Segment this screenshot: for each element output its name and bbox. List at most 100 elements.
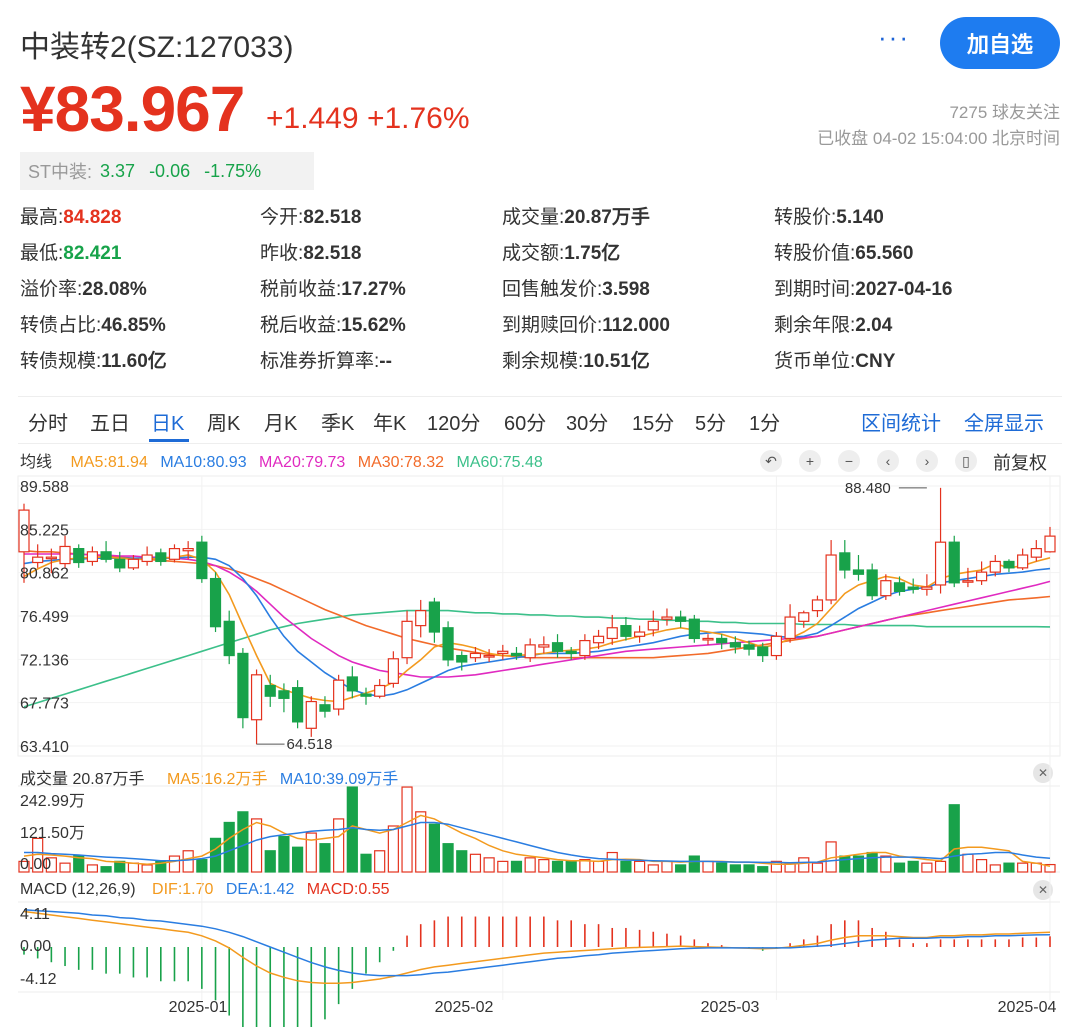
candle-body — [346, 676, 358, 692]
quote-label: 税前收益: — [260, 279, 342, 300]
volume-bar — [305, 832, 317, 873]
volume-bar — [579, 859, 591, 873]
quote-value: 10.51亿 — [583, 351, 650, 372]
tab-1[interactable]: 五日 — [90, 407, 130, 436]
tab-7[interactable]: 120分 — [427, 407, 480, 436]
candle-body — [688, 618, 700, 640]
quote-label: 今开: — [260, 207, 304, 228]
volume-bar — [182, 850, 194, 873]
undo-icon[interactable]: ↶ — [760, 450, 782, 472]
candle-body — [852, 569, 865, 575]
quote-label: 转股价值: — [774, 243, 856, 264]
tab-3[interactable]: 周K — [207, 407, 240, 436]
x-axis-label: 2025-01 — [169, 999, 228, 1016]
quote-value: 5.140 — [836, 207, 884, 228]
candle-body — [743, 644, 755, 650]
tab-11[interactable]: 5分 — [695, 407, 726, 436]
ma30-line — [23, 549, 1051, 659]
zoom-out-icon[interactable]: − — [838, 450, 860, 472]
candle-settings-icon[interactable]: ▯ — [955, 450, 977, 472]
tab-4[interactable]: 月K — [264, 407, 297, 436]
add-to-watchlist-button[interactable]: 加自选 — [940, 17, 1060, 69]
ma-legend: 均线 MA5:81.94 MA10:80.93 MA20:79.73 MA30:… — [20, 448, 543, 472]
kline-y-tick: 67.773 — [20, 696, 69, 713]
volume-bar — [688, 855, 700, 873]
quote-label: 标准券折算率: — [260, 351, 380, 372]
candle-body — [127, 558, 140, 569]
fullscreen-button[interactable]: 全屏显示 — [964, 407, 1044, 436]
volume-bar — [839, 855, 851, 873]
volume-bar — [264, 850, 276, 873]
volume-bar — [825, 841, 837, 873]
volume-bar — [620, 860, 632, 873]
follower-count[interactable]: 7275 球友关注 — [949, 98, 1060, 123]
candle-body — [839, 552, 851, 571]
candle-body — [141, 554, 153, 563]
quote-item: 转债占比:46.85% — [20, 310, 166, 340]
volume-bar — [73, 855, 85, 873]
quote-value: 2027-04-16 — [855, 279, 953, 300]
quote-item: 成交额:1.75亿 — [502, 238, 620, 268]
candle-body — [702, 637, 714, 641]
quote-label: 昨收: — [260, 243, 304, 264]
quote-label: 最高: — [20, 207, 64, 228]
volume-bar — [866, 851, 878, 873]
kline-pane-frame — [17, 475, 1061, 757]
close-macd-icon[interactable]: ✕ — [1033, 880, 1053, 900]
volume-bar — [292, 846, 304, 873]
tab-8[interactable]: 60分 — [504, 407, 546, 436]
candle-body — [784, 616, 796, 640]
ma5-value: MA5:81.94 — [70, 454, 148, 471]
tab-5[interactable]: 季K — [321, 407, 354, 436]
quote-value: 82.518 — [303, 243, 362, 264]
candle-body — [100, 551, 112, 560]
high-annotation-label: 88.480 — [845, 480, 891, 497]
volume-bar — [893, 862, 906, 873]
more-options-button[interactable]: ··· — [878, 22, 910, 53]
volume-bar — [907, 860, 919, 873]
zoom-in-icon[interactable]: + — [799, 450, 821, 472]
quote-item: 剩余规模:10.51亿 — [502, 346, 650, 376]
quote-item: 税前收益:17.27% — [260, 274, 406, 304]
volume-bar — [278, 836, 290, 873]
candle-body — [360, 693, 372, 697]
tab-0[interactable]: 分时 — [28, 407, 68, 436]
tab-12[interactable]: 1分 — [749, 407, 780, 436]
quote-label: 转股价: — [774, 207, 837, 228]
candle-body — [565, 650, 577, 655]
range-stats-button[interactable]: 区间统计 — [861, 407, 941, 436]
quote-label: 剩余规模: — [502, 351, 584, 372]
underlying-change-pct: -1.75% — [204, 160, 262, 181]
underlying-stock-box[interactable]: ST中装: 3.37 -0.06 -1.75% — [20, 152, 314, 190]
ma20-value: MA20:79.73 — [259, 454, 346, 471]
close-volume-icon[interactable]: ✕ — [1033, 763, 1053, 783]
x-axis-label: 2025-03 — [701, 999, 760, 1016]
volume-bar — [319, 843, 331, 873]
tab-2[interactable]: 日K — [151, 407, 184, 436]
quote-value: 20.87万手 — [564, 207, 650, 228]
active-tab-indicator — [149, 439, 189, 442]
macd-value: MACD:0.55 — [306, 881, 390, 898]
dif-line — [23, 910, 1051, 985]
volume-bar — [456, 850, 468, 873]
volume-bar — [223, 821, 235, 873]
underlying-change: -0.06 — [149, 160, 191, 181]
volume-bar — [798, 857, 810, 873]
candle-body — [633, 631, 646, 637]
candle-body — [729, 642, 741, 648]
candle-body — [209, 577, 222, 628]
kline-y-tick: 80.862 — [20, 566, 69, 583]
volume-bar — [921, 862, 933, 873]
chevron-right-icon[interactable]: › — [916, 450, 938, 472]
chevron-left-icon[interactable]: ‹ — [877, 450, 899, 472]
candle-body — [948, 541, 960, 584]
current-price: ¥83.967 — [20, 73, 245, 145]
volume-bar — [702, 860, 714, 873]
tab-10[interactable]: 15分 — [632, 407, 674, 436]
candle-body — [757, 646, 769, 657]
price-adjust-selector[interactable]: 前复权 — [993, 449, 1047, 475]
volume-ma10-value: MA10:39.09万手 — [279, 771, 399, 788]
quote-value: 82.518 — [303, 207, 362, 228]
tab-6[interactable]: 年K — [373, 407, 406, 436]
tab-9[interactable]: 30分 — [566, 407, 608, 436]
